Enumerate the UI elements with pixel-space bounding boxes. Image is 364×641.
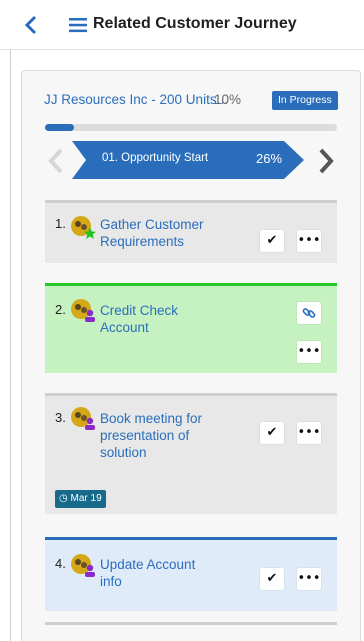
clock-icon: ◷ [59,493,68,504]
complete-task-button[interactable]: ✔ [260,422,284,444]
task-name-link[interactable]: Credit Check Account [100,302,178,336]
task-item-3: 3. Book meeting for presentation of solu… [45,396,337,514]
more-actions-button[interactable]: ••• [297,341,321,363]
page-title: Related Customer Journey [93,15,297,32]
complete-task-button[interactable]: ✔ [260,568,284,590]
journey-percent: 10% [214,92,242,107]
journey-name-link[interactable]: JJ Resources Inc - 200 Units... [44,92,228,107]
task-item-2: 2. Credit Check Account ••• [45,283,337,373]
avatar-icon [71,407,95,430]
more-actions-button[interactable]: ••• [297,230,321,252]
journey-progress-fill [45,124,75,131]
avatar-icon [71,216,96,239]
stage-next-icon[interactable] [316,147,336,175]
status-badge: In Progress [272,91,338,110]
task-name-link[interactable]: Gather Customer Requirements [100,216,204,250]
task-number: 2. [55,302,66,317]
stage-percent: 26% [256,151,283,166]
link-task-button[interactable] [297,302,321,324]
task-item-1: 1. Gather Customer Requirements ✔ ••• [45,203,337,263]
more-actions-button[interactable]: ••• [297,422,321,444]
more-actions-button[interactable]: ••• [297,568,321,590]
task-number: 1. [55,216,66,231]
chevron-left-icon[interactable] [22,14,42,36]
complete-task-button[interactable]: ✔ [260,230,284,252]
task-number: 3. [55,410,66,425]
avatar-icon [71,554,95,577]
task-divider [45,622,337,625]
task-item-4: 4. Update Account info ✔ ••• [45,537,337,611]
stage-prev-icon[interactable] [46,147,66,175]
link-icon [302,308,316,318]
due-date-badge: ◷ Mar 19 [55,490,106,508]
task-name-link[interactable]: Book meeting for presentation of solutio… [100,410,202,461]
hamburger-menu-icon[interactable] [68,15,88,35]
panel-edge [10,50,11,641]
header-bar: Related Customer Journey [0,0,364,50]
journey-progress-bar [45,124,337,131]
stage-name: 01. Opportunity Start [102,152,209,164]
stage-chevron[interactable]: 01. Opportunity Start 26% [72,141,304,179]
task-name-link[interactable]: Update Account info [100,556,195,590]
task-number: 4. [55,556,66,571]
avatar-icon [71,299,95,322]
